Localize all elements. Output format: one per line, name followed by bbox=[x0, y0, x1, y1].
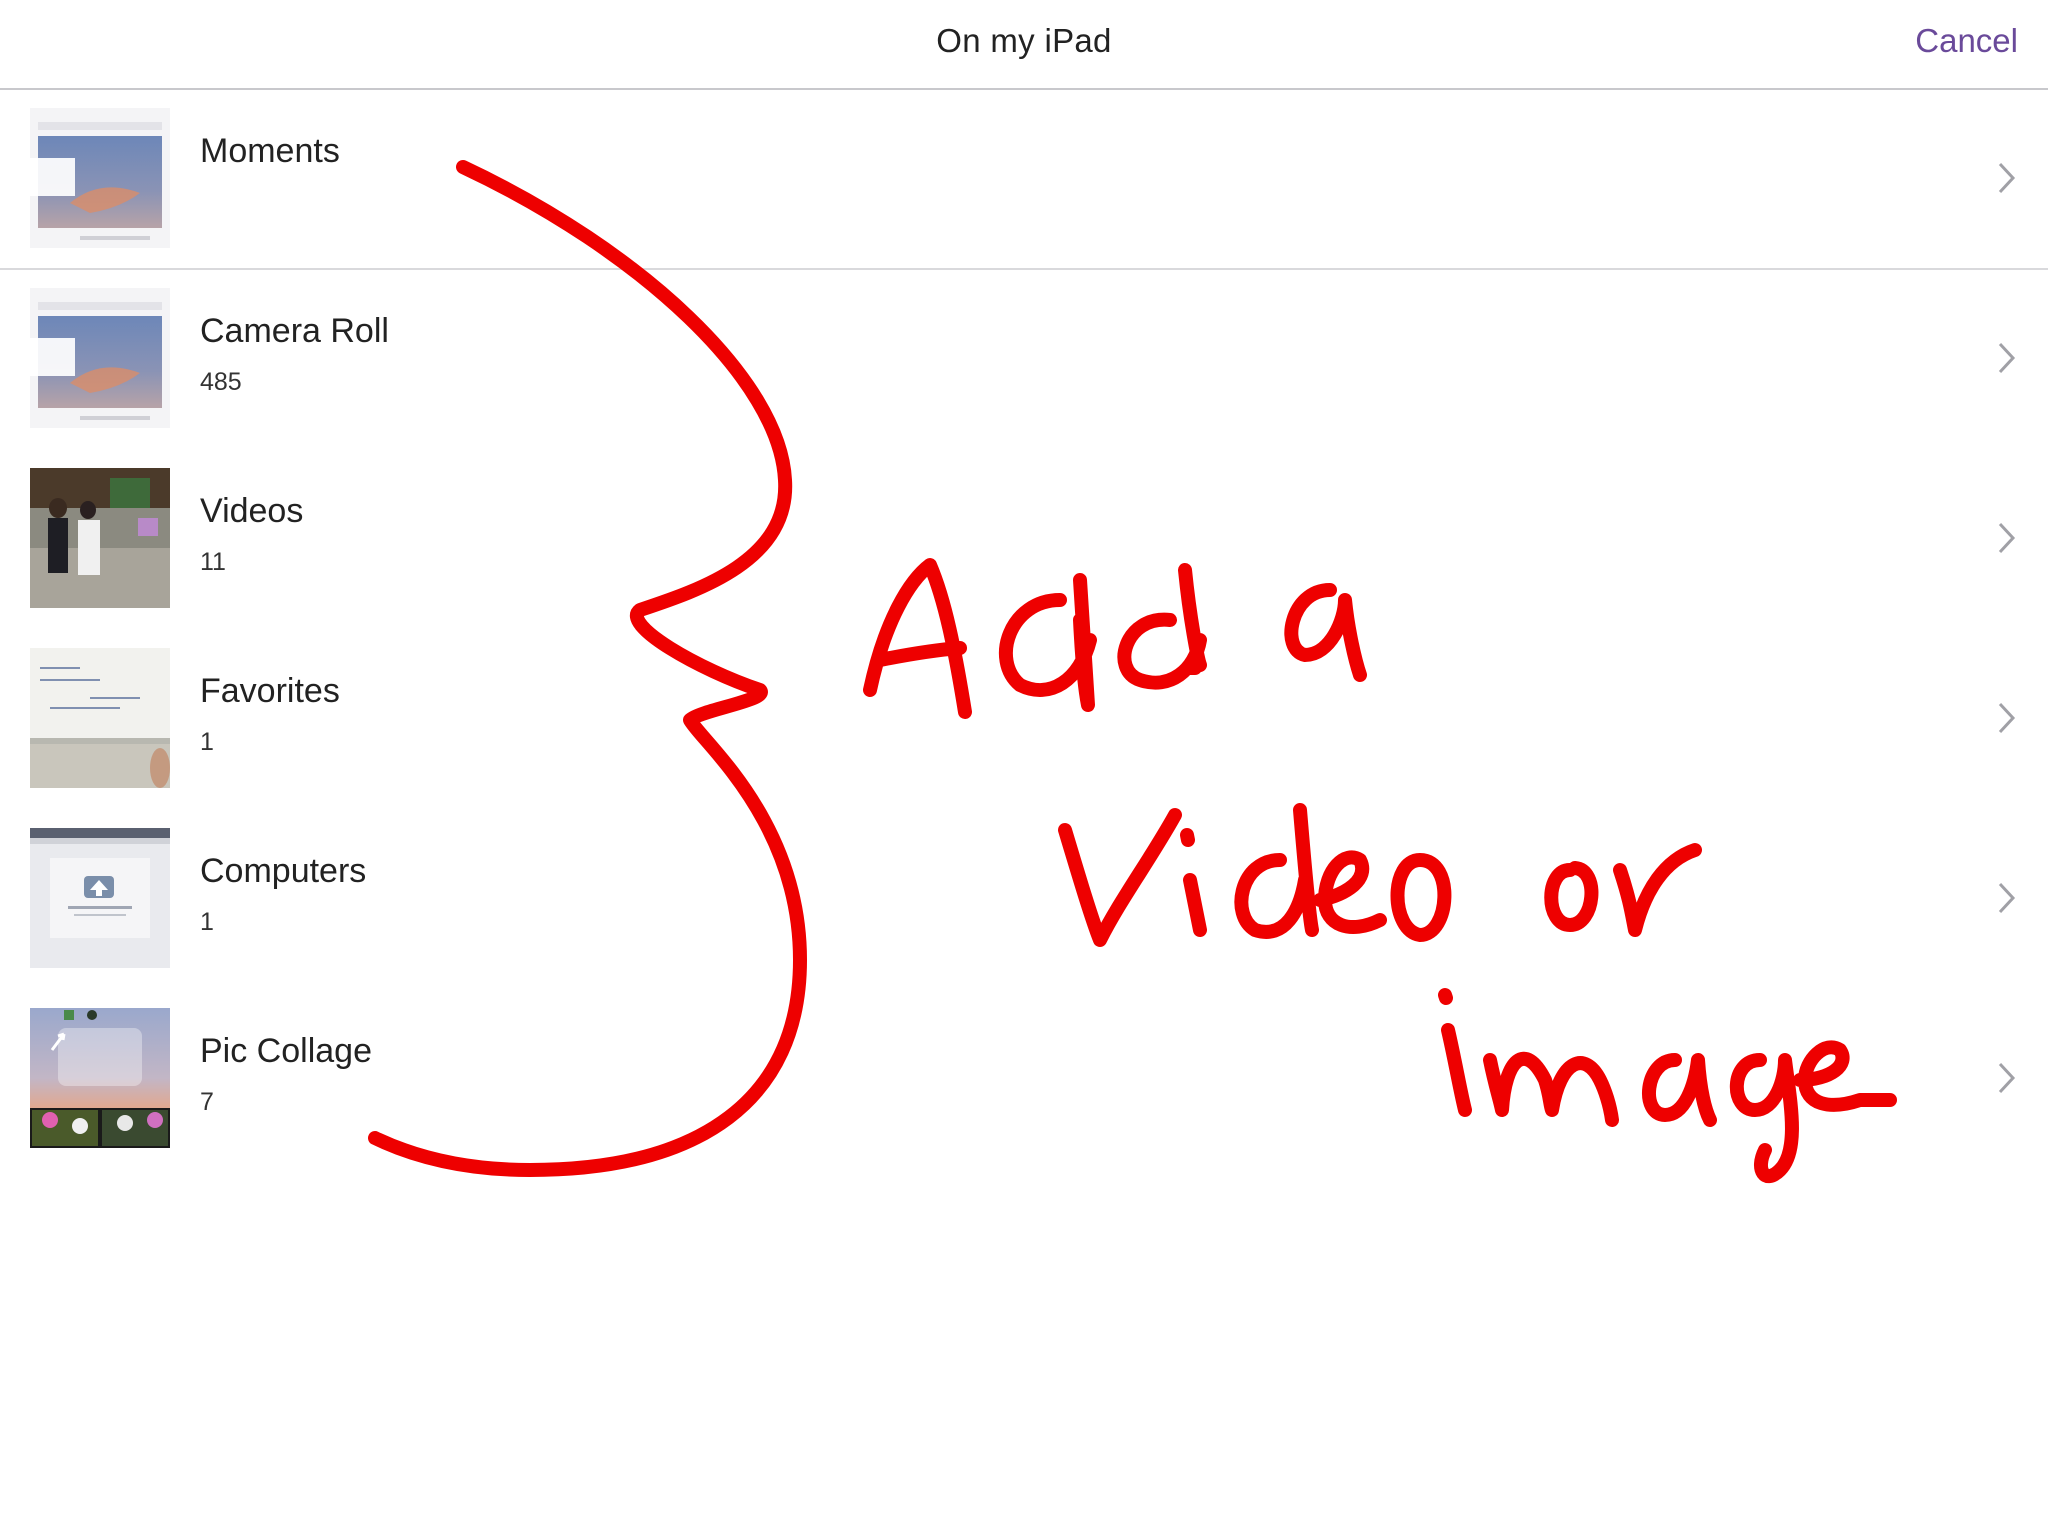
album-name: Computers bbox=[200, 852, 367, 890]
chevron-right-icon bbox=[1998, 702, 2016, 734]
chevron-right-icon bbox=[1998, 342, 2016, 374]
album-name: Favorites bbox=[200, 672, 340, 710]
album-row-videos[interactable]: Videos 11 bbox=[0, 450, 2048, 630]
album-thumbnail bbox=[30, 648, 170, 788]
album-name: Pic Collage bbox=[200, 1032, 372, 1070]
album-count: 485 bbox=[200, 368, 242, 396]
cancel-button[interactable]: Cancel bbox=[1915, 22, 2018, 60]
album-row-computers[interactable]: Computers 1 bbox=[0, 810, 2048, 990]
album-thumbnail bbox=[30, 468, 170, 608]
album-thumbnail bbox=[30, 288, 170, 428]
album-thumbnail bbox=[30, 828, 170, 968]
page-title: On my iPad bbox=[936, 22, 1112, 59]
album-row-moments[interactable]: Moments bbox=[0, 90, 2048, 270]
album-count: 1 bbox=[200, 908, 214, 936]
nav-bar: On my iPad Cancel bbox=[0, 0, 2048, 90]
album-name: Moments bbox=[200, 132, 340, 170]
chevron-right-icon bbox=[1998, 162, 2016, 194]
chevron-right-icon bbox=[1998, 1062, 2016, 1094]
album-count: 1 bbox=[200, 728, 214, 756]
album-list: Moments Camera Roll 485 Videos 11 Favori… bbox=[0, 90, 2048, 1170]
album-thumbnail bbox=[30, 108, 170, 248]
album-row-favorites[interactable]: Favorites 1 bbox=[0, 630, 2048, 810]
album-name: Videos bbox=[200, 492, 304, 530]
album-name: Camera Roll bbox=[200, 312, 389, 350]
album-thumbnail bbox=[30, 1008, 170, 1148]
album-row-pic-collage[interactable]: Pic Collage 7 bbox=[0, 990, 2048, 1170]
chevron-right-icon bbox=[1998, 522, 2016, 554]
album-count: 11 bbox=[200, 548, 226, 576]
album-count: 7 bbox=[200, 1088, 214, 1116]
chevron-right-icon bbox=[1998, 882, 2016, 914]
album-row-camera-roll[interactable]: Camera Roll 485 bbox=[0, 270, 2048, 450]
